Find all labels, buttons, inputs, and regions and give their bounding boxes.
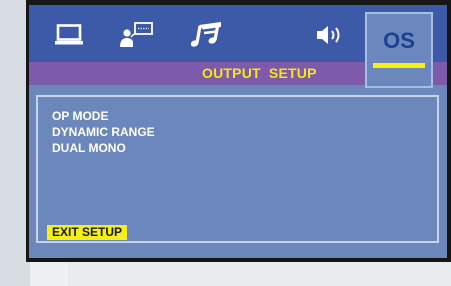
exit-setup-button[interactable]: EXIT SETUP: [47, 225, 128, 240]
monitor-icon: [55, 24, 83, 45]
menu-list: OP MODE DYNAMIC RANGE DUAL MONO: [52, 108, 155, 156]
music-note-icon: [191, 22, 221, 47]
tab-audio[interactable]: [187, 15, 227, 55]
selected-tab-indicator: [373, 63, 425, 68]
menu-item-dual-mono[interactable]: DUAL MONO: [52, 140, 155, 156]
os-tab-label: OS: [383, 28, 415, 53]
section-title: OUTPUT SETUP: [202, 65, 317, 81]
tab-general[interactable]: [51, 15, 87, 55]
menu-item-op-mode[interactable]: OP MODE: [52, 108, 155, 124]
speaker-volume-icon: [317, 26, 340, 44]
menu-item-dynamic-range[interactable]: DYNAMIC RANGE: [52, 124, 155, 140]
tab-output-setup[interactable]: OS: [365, 12, 433, 88]
menu-panel: OP MODE DYNAMIC RANGE DUAL MONO EXIT SET…: [36, 95, 439, 243]
tv-screen-frame: OS OUTPUT SETUP OP MODE DYNAMIC RANGE DU…: [26, 0, 451, 262]
presenter-icon: [120, 22, 153, 47]
tab-volume[interactable]: [314, 15, 348, 55]
setup-menu-screen: OS OUTPUT SETUP OP MODE DYNAMIC RANGE DU…: [29, 5, 447, 258]
tab-speaker[interactable]: [117, 15, 157, 55]
